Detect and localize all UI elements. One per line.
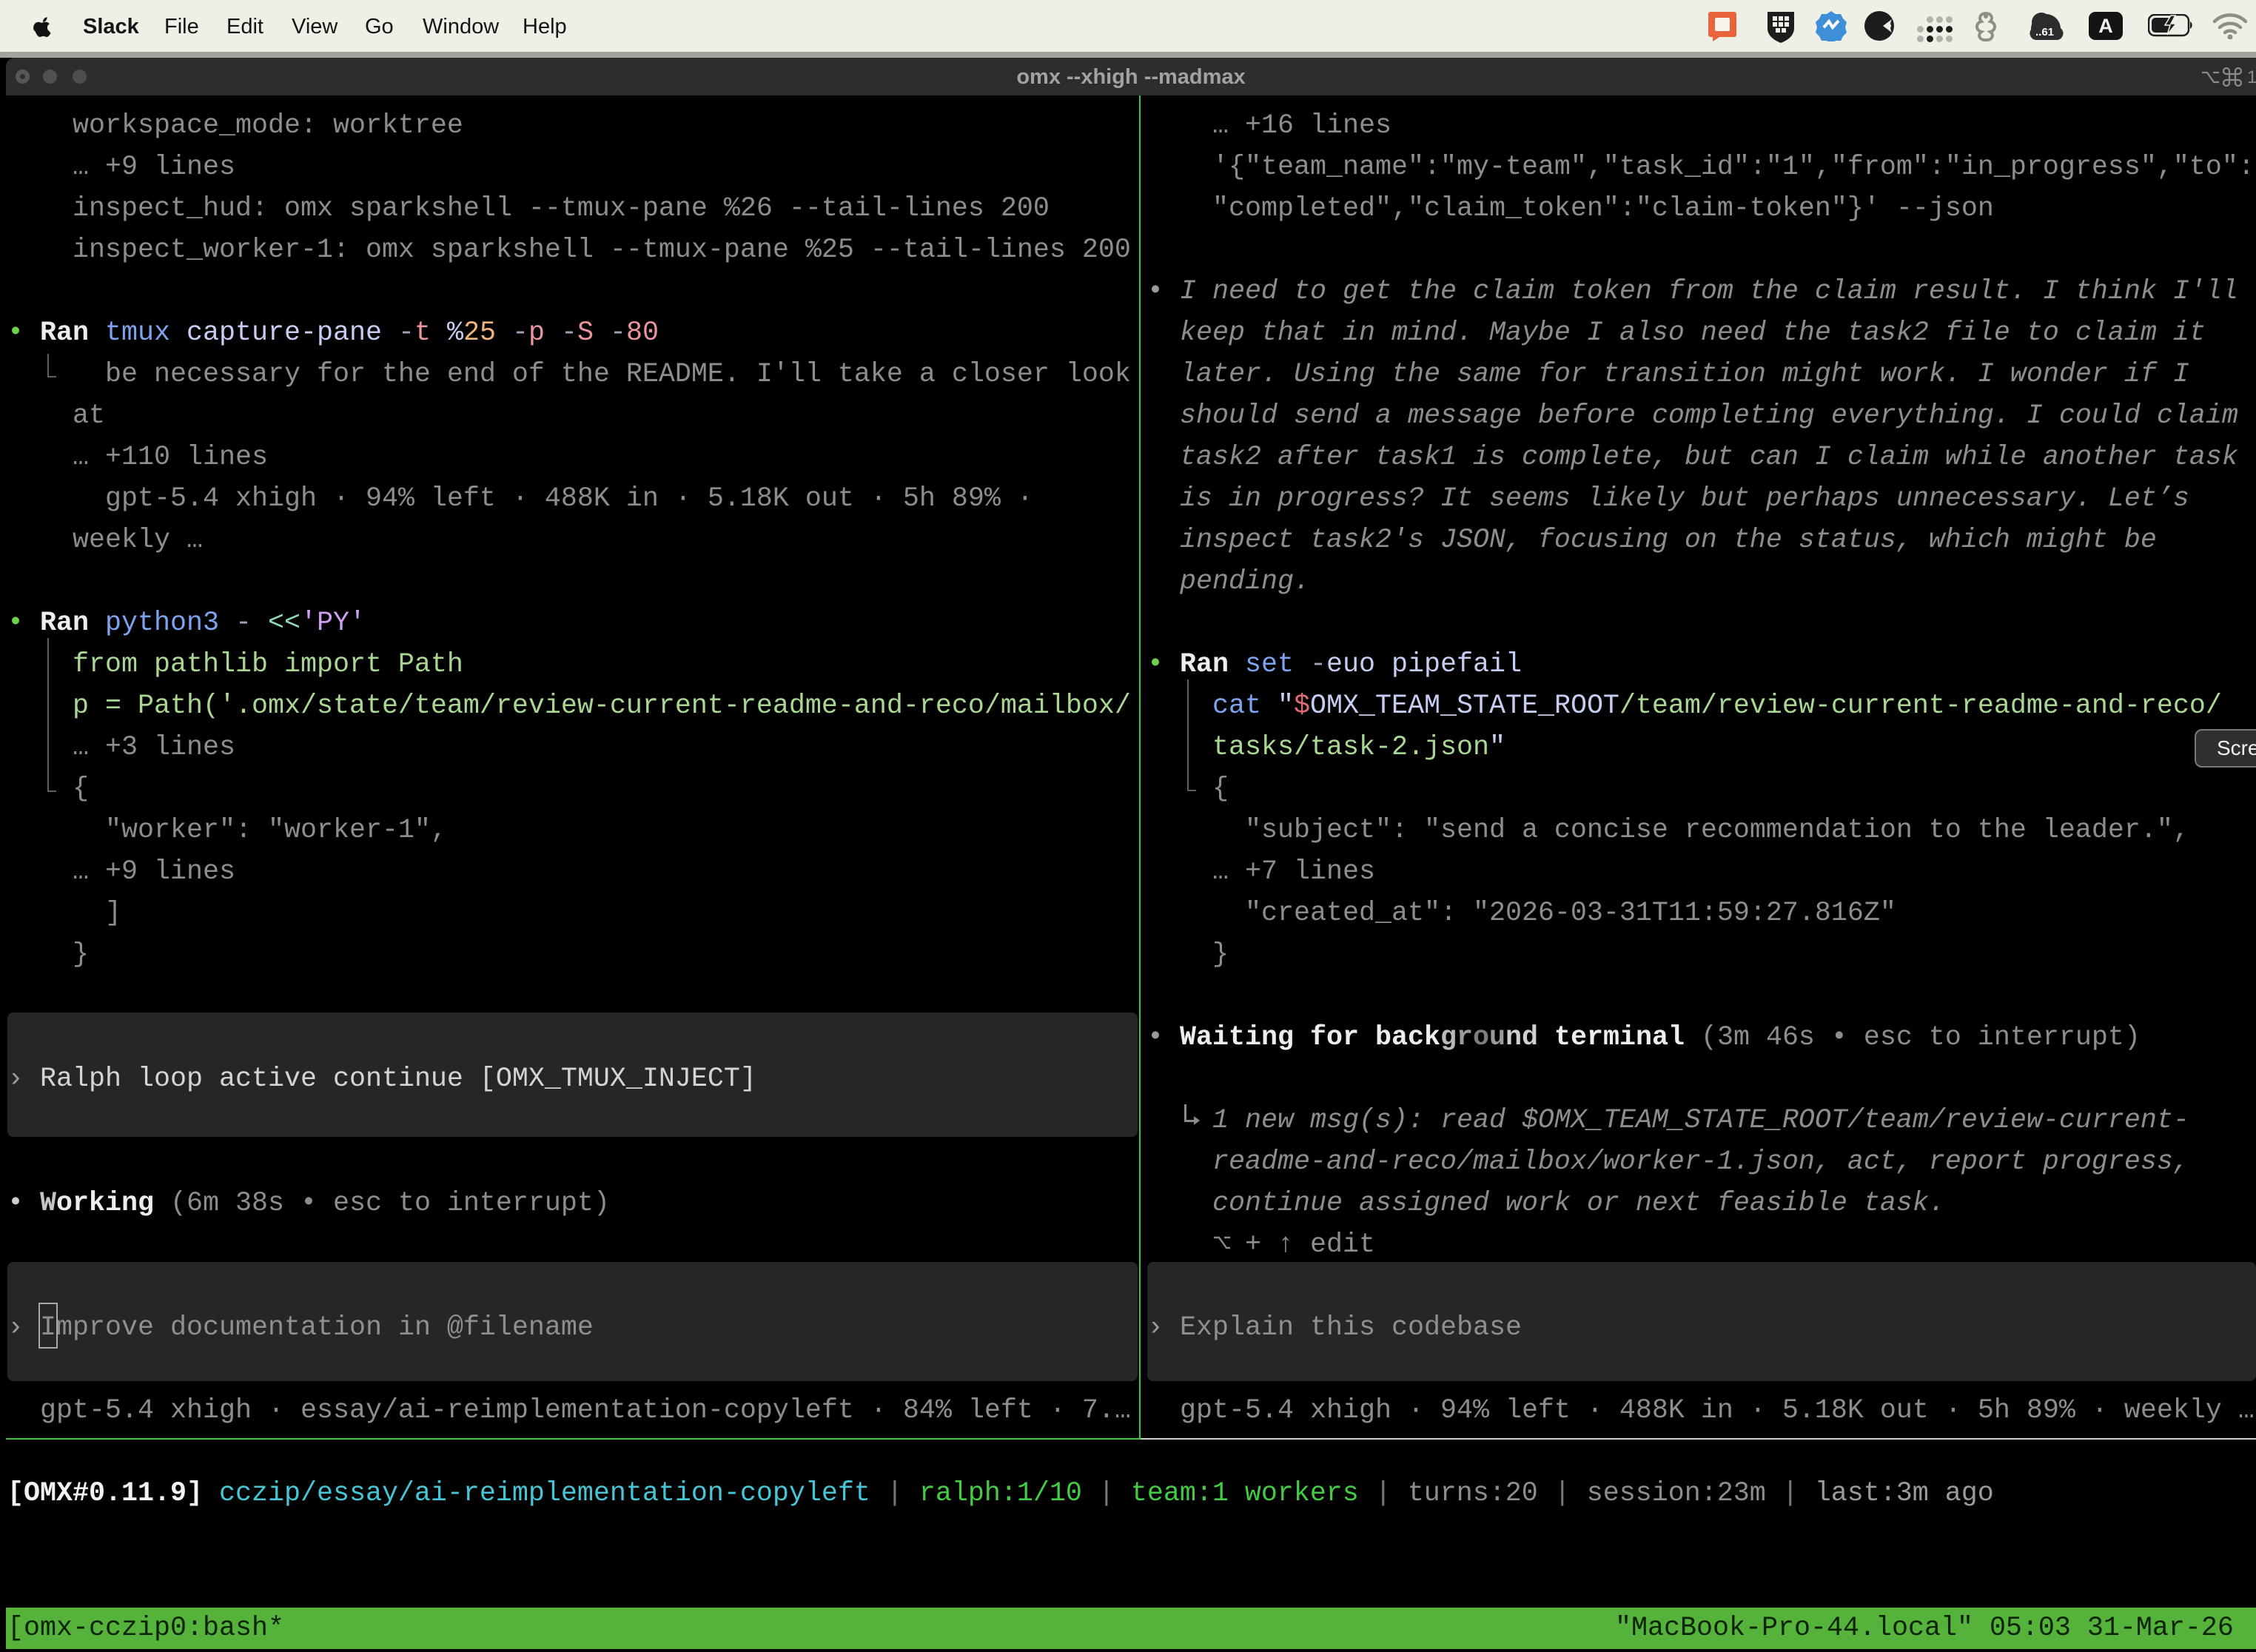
svg-text:1: 1: [2247, 67, 2256, 87]
svg-text:..61: ..61: [2035, 26, 2054, 38]
